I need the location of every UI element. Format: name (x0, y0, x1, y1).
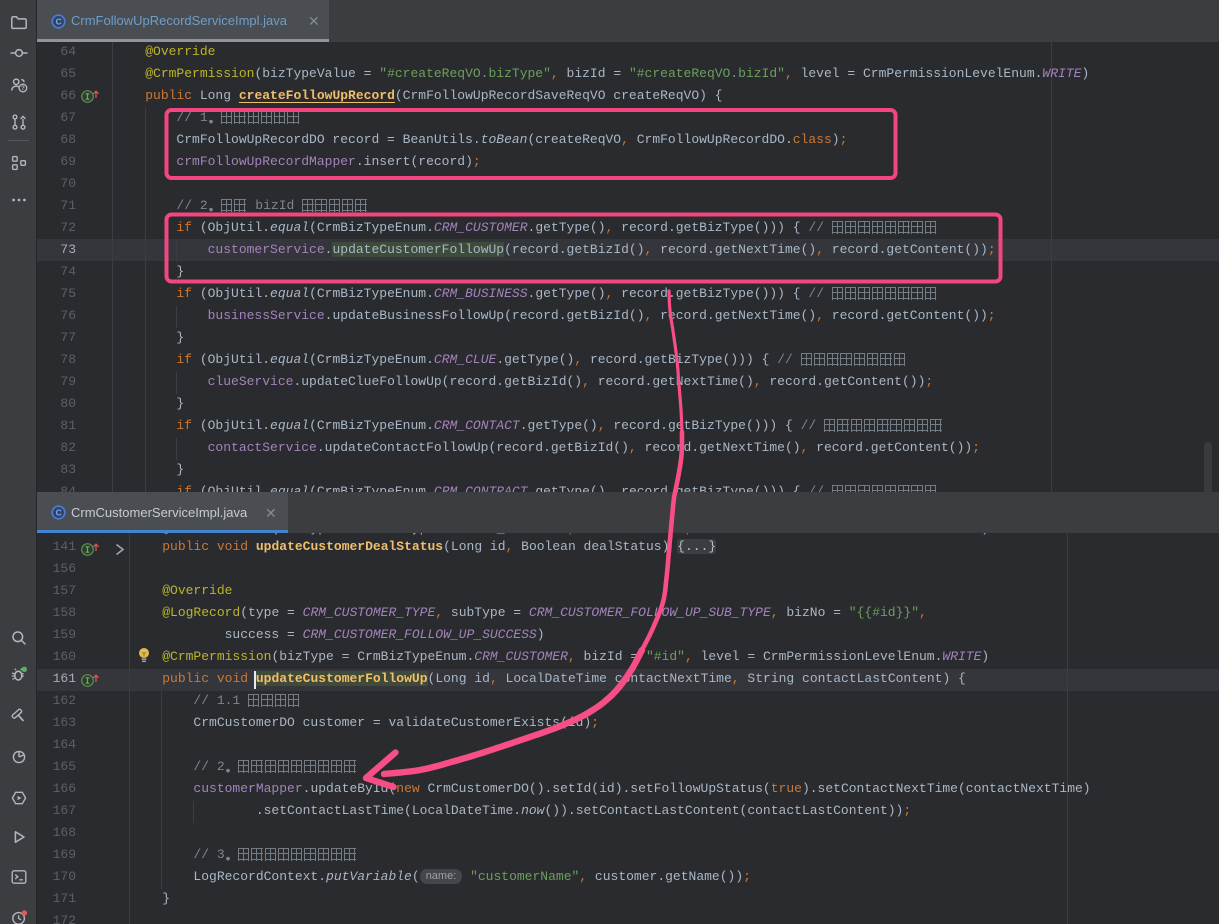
svg-text:C: C (56, 508, 62, 518)
svg-text:?: ? (21, 85, 25, 92)
svg-text:C: C (56, 17, 62, 27)
